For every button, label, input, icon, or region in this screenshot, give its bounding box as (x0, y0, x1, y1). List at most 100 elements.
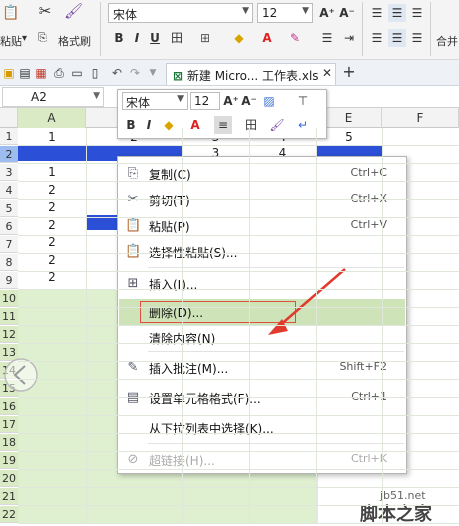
mini-style-icon[interactable]: ▨ (260, 92, 278, 110)
row-header[interactable]: 18 (0, 434, 18, 451)
table-cell[interactable]: 2 (18, 182, 86, 199)
paste-icon[interactable]: 📋 (2, 4, 20, 22)
mini-fill-color-icon[interactable]: ◆ (160, 116, 178, 134)
spreadsheet-icon: ⊠ (173, 69, 184, 83)
row-header[interactable]: 7 (0, 236, 18, 253)
mini-bold-button[interactable]: B (122, 116, 140, 134)
align-center-icon[interactable]: ☰ (388, 29, 406, 47)
mini-border-icon[interactable]: 田 (242, 116, 260, 134)
mini-format-painter-icon[interactable]: 🖌 (268, 116, 286, 134)
row-header[interactable]: 1 (0, 128, 18, 145)
bold-button[interactable]: B (110, 29, 128, 47)
row-header[interactable]: 10 (0, 290, 18, 307)
add-tab-button[interactable]: + (340, 63, 358, 81)
gridline (18, 487, 459, 488)
row-header[interactable]: 8 (0, 254, 18, 271)
border-icon[interactable]: 田 (168, 29, 186, 47)
gridline (18, 379, 459, 380)
underline-button[interactable]: U (146, 29, 164, 47)
mini-align-icon[interactable]: ≡ (214, 116, 232, 134)
mini-font-color-icon[interactable]: A (186, 116, 204, 134)
row-header[interactable]: 11 (0, 308, 18, 325)
print-preview-icon[interactable]: ▭ (68, 64, 86, 82)
mini-italic-button[interactable]: I (140, 116, 158, 134)
shrink-font-button[interactable]: A⁻ (338, 4, 356, 22)
gridline (249, 128, 250, 524)
table-cell[interactable]: 2 (18, 217, 86, 234)
row-header[interactable]: 16 (0, 398, 18, 415)
copy-icon[interactable]: ⎘ (38, 31, 47, 45)
preview-icon[interactable]: ▯ (86, 64, 104, 82)
clear-format-icon[interactable]: ✎ (286, 29, 304, 47)
italic-button[interactable]: I (128, 29, 146, 47)
brush-icon[interactable]: 🖌 (64, 2, 83, 20)
mini-grow-font-button[interactable]: A⁺ (222, 92, 240, 110)
align-middle-icon[interactable]: ☰ (388, 4, 406, 22)
gridline (18, 361, 459, 362)
merge-borders-icon[interactable]: ⊞ (196, 29, 214, 47)
mini-merge-icon[interactable]: ↵ (294, 116, 312, 134)
menu-item[interactable]: 从下拉列表中选择(K)... (119, 415, 405, 441)
mini-font-size-value: 12 (194, 94, 210, 108)
merge-button[interactable]: 合并 (436, 33, 458, 49)
menu-item[interactable]: ⎘ 复制(C) Ctrl+C (119, 161, 405, 187)
table-cell[interactable]: 2 (18, 234, 86, 251)
align-bottom-icon[interactable]: ☰ (408, 4, 426, 22)
row-header[interactable]: 21 (0, 488, 18, 505)
font-name-select[interactable]: 宋体 ▼ (108, 3, 253, 23)
format-painter-button[interactable]: 格式刷 (58, 33, 91, 49)
row-header[interactable]: 17 (0, 416, 18, 433)
column-header-a[interactable]: A (18, 108, 86, 128)
mini-shrink-font-button[interactable]: A⁻ (240, 92, 258, 110)
indent-icon[interactable]: ⇥ (340, 29, 358, 47)
menu-item[interactable]: ✂剪切(T)Ctrl+X (119, 187, 405, 213)
menu-item[interactable]: ✎ 插入批注(M)... Shift+F2 (119, 355, 405, 381)
cut-icon[interactable]: ✂ (36, 2, 54, 20)
paste-icon: 📋 (125, 218, 142, 233)
name-box[interactable]: A2 ▼ (2, 87, 104, 107)
chevron-down-icon[interactable]: ▾ (22, 33, 27, 44)
row-header[interactable]: 20 (0, 470, 18, 487)
mini-font-name-select[interactable]: 宋体 ▼ (122, 92, 188, 110)
fill-color-icon[interactable]: ◆ (230, 29, 248, 47)
print-icon[interactable]: ⎙ (50, 64, 68, 82)
table-cell[interactable]: 2 (18, 199, 86, 216)
pdf-icon[interactable]: ▦ (32, 64, 50, 82)
grow-font-button[interactable]: A⁺ (318, 4, 336, 22)
row-header[interactable]: 12 (0, 326, 18, 343)
row-header[interactable]: 22 (0, 506, 18, 523)
gridline (18, 433, 459, 434)
row-header[interactable]: 4 (0, 182, 18, 199)
align-right-icon[interactable]: ☰ (408, 29, 426, 47)
row-header[interactable]: 6 (0, 218, 18, 235)
table-cell[interactable]: 1 (18, 164, 86, 181)
menu-item-label: 剪切(T) (149, 194, 190, 208)
paste-button[interactable]: 粘贴 (0, 33, 22, 49)
row-header[interactable]: 9 (0, 272, 18, 289)
select-all-corner[interactable] (0, 108, 18, 128)
row-header[interactable]: 19 (0, 452, 18, 469)
chevron-down-icon: ▼ (242, 6, 249, 16)
undo-icon[interactable]: ↶ (108, 64, 126, 82)
tab-document-label: 新建 Micro... 工作表.xls (186, 69, 319, 83)
align-left-icon[interactable]: ☰ (368, 29, 386, 47)
table-cell[interactable]: 2 (18, 252, 86, 269)
menu-item[interactable]: 📋 选择性粘贴(S)... (119, 239, 405, 265)
font-color-icon[interactable]: A (258, 29, 276, 47)
font-size-select[interactable]: 12 ▼ (257, 3, 313, 23)
wrap-text-icon[interactable]: ☰ (318, 29, 336, 47)
mini-font-size-select[interactable]: 12 (190, 92, 220, 110)
row-header[interactable]: 5 (0, 200, 18, 217)
tab-document[interactable]: ⊠ 新建 Micro... 工作表.xls (166, 63, 336, 85)
comment-icon: ✎ (127, 360, 139, 375)
align-top-icon[interactable]: ☰ (368, 4, 386, 22)
chevron-down-icon[interactable]: ▼ (144, 64, 162, 82)
column-header-f[interactable]: F (382, 108, 459, 128)
row-header[interactable]: 2 (0, 146, 18, 163)
row-header[interactable]: 3 (0, 164, 18, 181)
close-icon[interactable]: ✕ (318, 64, 336, 82)
mini-wrap-icon[interactable]: ⊤ (294, 92, 312, 110)
cell-a1[interactable]: 1 (18, 129, 86, 146)
redo-icon[interactable]: ↷ (126, 64, 144, 82)
menu-item[interactable]: ▤ 设置单元格格式(F)... Ctrl+1 (119, 385, 405, 411)
